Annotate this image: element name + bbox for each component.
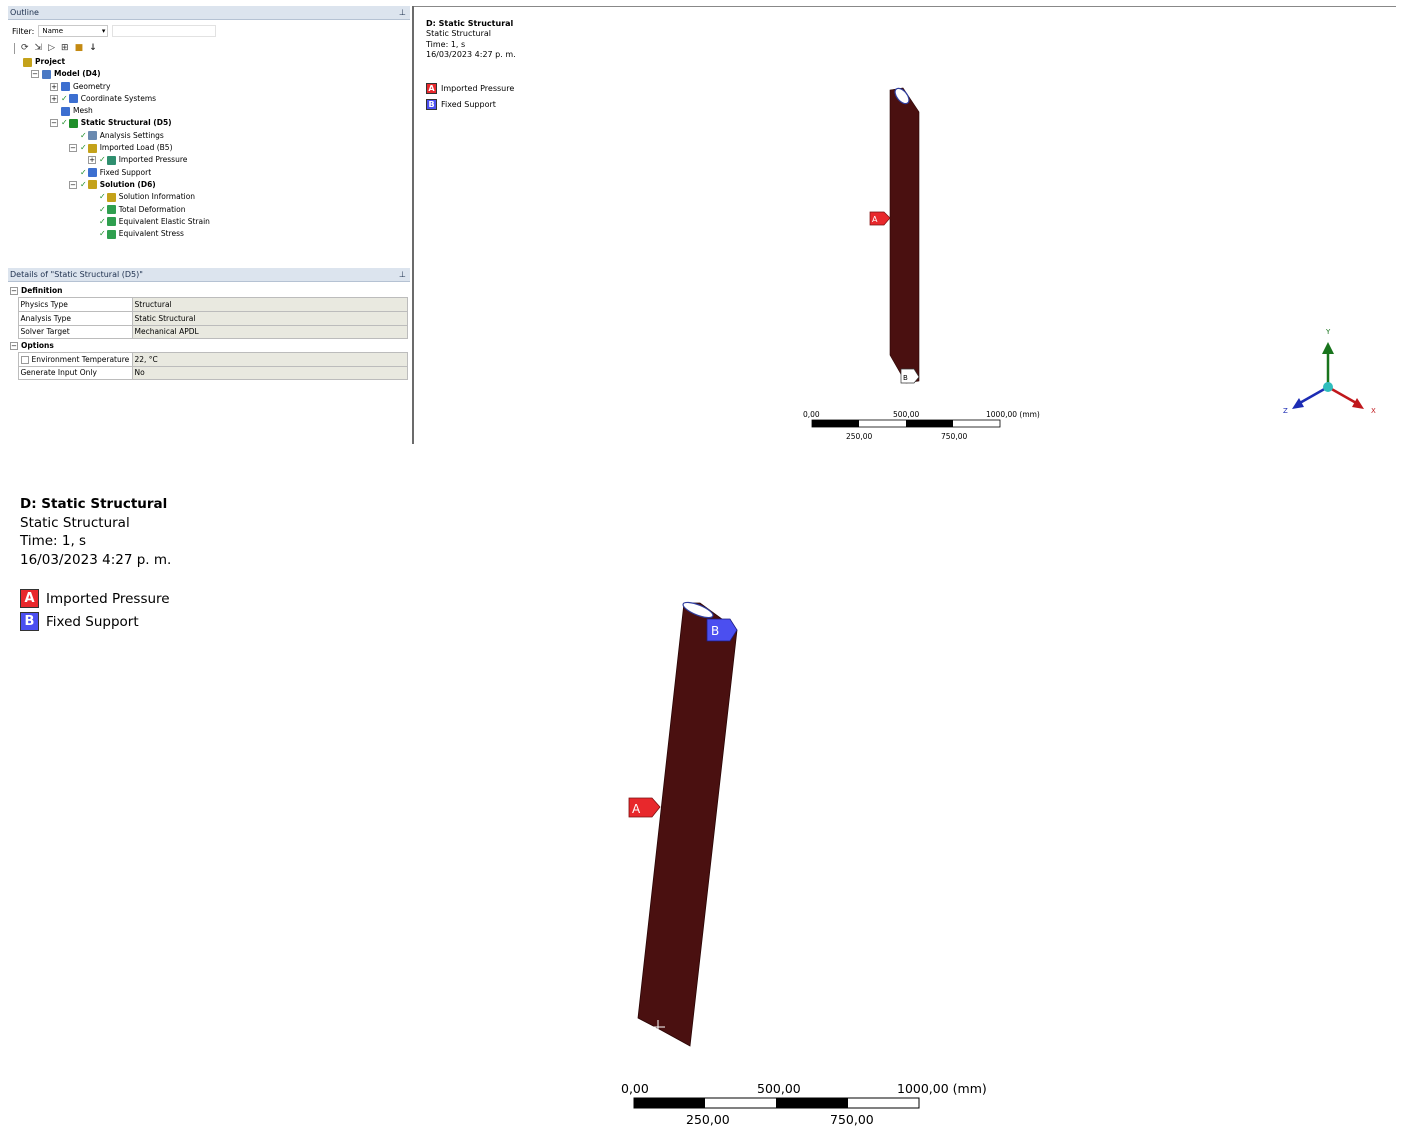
scale-top-label: 0,00 xyxy=(621,1081,649,1096)
support-marker-b-large[interactable]: B xyxy=(706,618,738,642)
load-marker-a-small[interactable]: A xyxy=(869,211,891,226)
triad-z-label: Z xyxy=(1283,407,1288,415)
load-marker-a-large[interactable]: A xyxy=(628,797,661,818)
scale-bottom-label: 750,00 xyxy=(941,432,967,441)
scale-bar-small: 0,00 500,00 1000,00 (mm) 250,00 750,00 xyxy=(803,410,1040,441)
scale-top-label: 500,00 xyxy=(893,410,919,419)
graphics-canvas[interactable]: B A 0,00 500,00 1000,00 (mm) 250,00 750,… xyxy=(0,0,1401,1126)
scale-top-label: 1000,00 (mm) xyxy=(986,410,1040,419)
scale-bar-large: 0,00 500,00 1000,00 (mm) 250,00 750,00 xyxy=(621,1081,987,1126)
scale-top-label: 0,00 xyxy=(803,410,820,419)
svg-text:A: A xyxy=(872,215,878,224)
triad-x-label: X xyxy=(1371,407,1376,415)
triad-y-label: Y xyxy=(1325,328,1331,336)
model-body-large[interactable] xyxy=(637,599,738,1047)
model-body-small[interactable]: B xyxy=(889,86,920,384)
scale-top-label: 500,00 xyxy=(757,1081,801,1096)
svg-text:A: A xyxy=(632,802,641,816)
scale-bottom-label: 250,00 xyxy=(846,432,872,441)
scale-bottom-label: 750,00 xyxy=(830,1112,874,1126)
scale-top-label: 1000,00 (mm) xyxy=(897,1081,987,1096)
triad-icon[interactable]: Y X Z xyxy=(1283,328,1376,415)
scale-bottom-label: 250,00 xyxy=(686,1112,730,1126)
svg-text:B: B xyxy=(903,374,908,382)
svg-text:B: B xyxy=(711,624,719,638)
